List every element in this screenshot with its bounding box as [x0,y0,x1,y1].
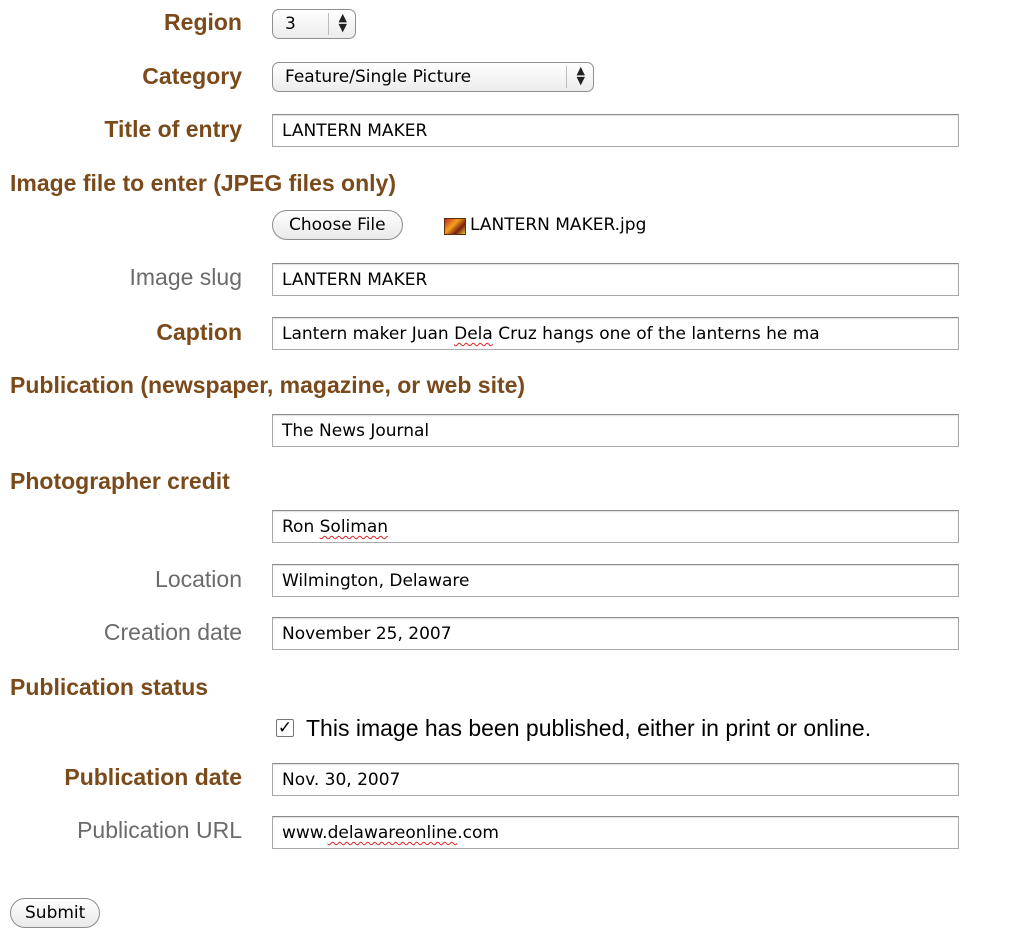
location-label: Location [155,566,242,592]
select-arrows-icon: ▲ ▼ [338,11,347,34]
creation-date-label: Creation date [103,619,242,645]
image-thumbnail-icon [444,218,466,235]
image-slug-input[interactable]: LANTERN MAKER [272,263,959,296]
region-select-value: 3 [285,14,296,34]
publication-url-input[interactable]: www.delawareonline.com [272,816,959,849]
photographer-input[interactable]: Ron Soliman [272,510,959,543]
choose-file-button[interactable]: Choose File [272,210,403,240]
title-label: Title of entry [104,116,242,142]
url-text-end: .com [457,823,499,843]
select-arrows-icon: ▲ ▼ [576,64,585,87]
entry-form-page: { "form": { "region": { "label": "Region… [0,0,1024,931]
url-misspelled-word: delawareonline [327,823,458,843]
image-file-label: Image file to enter (JPEG files only) [10,170,396,196]
url-text-start: www. [282,823,328,843]
image-slug-label: Image slug [129,264,242,290]
title-input[interactable]: LANTERN MAKER [272,114,959,147]
submit-button[interactable]: Submit [10,898,101,928]
published-checkbox[interactable]: ✓ [276,719,294,737]
caption-label: Caption [156,319,242,345]
publication-url-label: Publication URL [77,817,242,843]
photographer-misspelled-word: Soliman [319,517,389,537]
publication-date-input[interactable]: Nov. 30, 2007 [272,763,959,796]
region-label: Region [164,9,242,35]
checkmark-icon: ✓ [277,718,293,737]
published-checkbox-label: This image has been published, either in… [306,715,872,741]
category-label: Category [142,63,242,89]
caption-text-end: Cruz hangs one of the lanterns he ma [492,324,820,344]
selected-file-name: LANTERN MAKER.jpg [470,215,647,235]
creation-date-input[interactable]: November 25, 2007 [272,617,959,650]
location-input[interactable]: Wilmington, Delaware [272,564,959,597]
photographer-label: Photographer credit [10,468,230,494]
region-select[interactable]: 3 ▲ ▼ [272,9,356,39]
caption-misspelled-word: Dela [454,324,493,344]
publication-status-label: Publication status [10,674,209,700]
publication-input[interactable]: The News Journal [272,414,959,447]
publication-label: Publication (newspaper, magazine, or web… [10,372,526,398]
category-select[interactable]: Feature/Single Picture ▲ ▼ [272,62,594,92]
category-select-value: Feature/Single Picture [285,67,472,87]
caption-text-start: Lantern maker Juan [282,324,455,344]
publication-date-label: Publication date [64,764,242,790]
photographer-text-start: Ron [282,517,320,537]
caption-input[interactable]: Lantern maker Juan Dela Cruz hangs one o… [272,317,959,350]
